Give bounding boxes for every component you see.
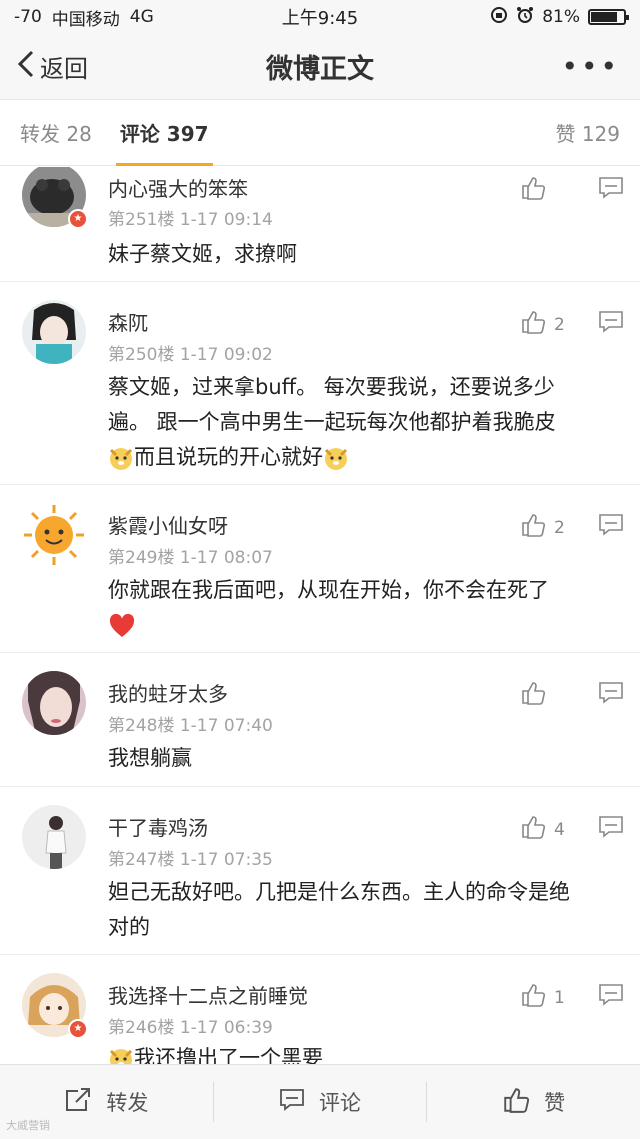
avatar[interactable] xyxy=(22,671,86,735)
reply-bubble-icon[interactable] xyxy=(598,310,624,339)
username[interactable]: 我选择十二点之前睡觉 xyxy=(108,980,308,1009)
thumb-up-icon[interactable] xyxy=(520,680,546,711)
tab-comments[interactable]: 评论 397 xyxy=(115,100,213,166)
share-icon xyxy=(64,1087,92,1118)
comment-meta: 第247楼 1-17 07:35 xyxy=(108,850,273,870)
comment-meta: 第246楼 1-17 06:39 xyxy=(108,1018,273,1038)
avatar[interactable] xyxy=(22,503,86,567)
comment-actions xyxy=(520,175,624,206)
comment-meta: 第251楼 1-17 09:14 xyxy=(108,210,273,230)
thumb-up-icon[interactable] xyxy=(520,512,546,543)
avatar[interactable] xyxy=(22,805,86,869)
comment-text-segment: 而且说玩的开心就好 xyxy=(134,445,323,469)
thumb-up-icon[interactable] xyxy=(520,814,546,845)
list-item: ★ 内心强大的笨笨 第251楼 1-17 09:14 妹子蔡文姬，求撩啊 xyxy=(0,167,640,282)
avatar[interactable] xyxy=(22,300,86,364)
comment-meta: 第249楼 1-17 08:07 xyxy=(108,548,273,568)
repost-button[interactable]: 转发 xyxy=(0,1082,213,1122)
comment-meta: 第250楼 1-17 09:02 xyxy=(108,345,273,365)
like-count: 2 xyxy=(554,517,565,538)
thumb-up-icon xyxy=(502,1086,530,1119)
comment-text-line: 你就跟在我后面吧，从现在开始，你不会在死了 xyxy=(108,578,549,602)
username[interactable]: 我的蛀牙太多 xyxy=(108,678,228,707)
comment-text: 妲己无敌好吧。几把是什么东西。主人的命令是绝 对的 xyxy=(108,875,622,945)
thumb-up-icon[interactable] xyxy=(520,309,546,340)
alarm-icon xyxy=(516,6,534,29)
like-count: 4 xyxy=(554,819,565,840)
reply-bubble-icon[interactable] xyxy=(598,176,624,205)
signal-strength: -70 xyxy=(14,7,42,27)
username[interactable]: 紫霞小仙女呀 xyxy=(108,510,228,539)
battery-icon xyxy=(588,9,629,25)
carrier-name: 中国移动 xyxy=(51,9,120,30)
comment-actions: 1 xyxy=(520,982,624,1013)
comment-text-segment: 我还撸出了一个黑要 xyxy=(134,1046,323,1064)
comment-text-line: 遍。 跟一个高中男生一起玩每次他都护着我脆皮 xyxy=(108,410,556,434)
watermark: 大威营销 xyxy=(6,1119,50,1132)
tab-repost[interactable]: 转发 28 xyxy=(20,100,92,166)
rotation-lock-icon xyxy=(490,6,508,29)
verified-badge: ★ xyxy=(68,1019,88,1039)
comment-text: 你就跟在我后面吧，从现在开始，你不会在死了 xyxy=(108,573,622,643)
back-label: 返回 xyxy=(40,55,88,83)
like-count: 1 xyxy=(554,987,565,1008)
reply-bubble-icon[interactable] xyxy=(598,983,624,1012)
comment-label: 评论 xyxy=(319,1091,361,1115)
comment-actions: 2 xyxy=(520,309,624,340)
comment-meta: 第248楼 1-17 07:40 xyxy=(108,716,273,736)
list-item: 干了毒鸡汤 第247楼 1-17 07:35 4 妲己无敌好吧。几把是什么东西。… xyxy=(0,787,640,955)
comment-list[interactable]: ★ 内心强大的笨笨 第251楼 1-17 09:14 妹子蔡文姬，求撩啊 森阢 … xyxy=(0,167,640,1064)
comment-text: 我想躺赢 xyxy=(108,746,192,770)
comment-text-line: 蔡文姬，过来拿buff。 每次要我说，还要说多少 xyxy=(108,375,555,399)
like-label: 赞 xyxy=(544,1091,566,1115)
network-type: 4G xyxy=(129,7,154,27)
tab-likes[interactable]: 赞 129 xyxy=(555,100,620,166)
reply-bubble-icon[interactable] xyxy=(598,681,624,710)
page-title: 微博正文 xyxy=(266,54,374,85)
username[interactable]: 森阢 xyxy=(108,307,148,336)
clock: 上午9:45 xyxy=(281,8,359,29)
like-count: 2 xyxy=(554,314,565,335)
thumb-up-icon[interactable] xyxy=(520,982,546,1013)
battery-percent: 81% xyxy=(542,7,580,27)
bottom-toolbar: 转发 评论 赞 xyxy=(0,1064,640,1139)
comment-actions xyxy=(520,680,624,711)
tab-bar: 转发 28 评论 397 赞 129 xyxy=(0,100,640,166)
list-item: 紫霞小仙女呀 第249楼 1-17 08:07 2 你就跟在我后面吧，从现在开始… xyxy=(0,485,640,653)
dog-emoji-icon xyxy=(323,445,349,471)
thumb-up-icon[interactable] xyxy=(520,175,546,206)
username[interactable]: 干了毒鸡汤 xyxy=(108,812,208,841)
like-button[interactable]: 赞 xyxy=(426,1082,640,1122)
list-item: 森阢 第250楼 1-17 09:02 2 蔡文姬，过来拿buff。 每次要我说… xyxy=(0,282,640,485)
comment-actions: 2 xyxy=(520,512,624,543)
comment-text: 妹子蔡文姬，求撩啊 xyxy=(108,242,297,266)
comment-text-line: 对的 xyxy=(108,915,150,939)
status-bar: -70 中国移动 4G 上午9:45 81% xyxy=(0,0,640,34)
reply-bubble-icon[interactable] xyxy=(598,513,624,542)
verified-badge: ★ xyxy=(68,209,88,229)
dog-emoji-icon xyxy=(108,1046,134,1064)
more-dots-icon[interactable]: ••• xyxy=(561,50,620,83)
comment-text: 蔡文姬，过来拿buff。 每次要我说，还要说多少 遍。 跟一个高中男生一起玩每次… xyxy=(108,370,622,475)
list-item: ★ 我选择十二点之前睡觉 第246楼 1-17 06:39 1 我还撸出了一个黑… xyxy=(0,955,640,1064)
back-button[interactable]: 返回 xyxy=(16,49,88,85)
repost-label: 转发 xyxy=(106,1091,149,1115)
comment-actions: 4 xyxy=(520,814,624,845)
back-chevron-icon xyxy=(16,49,36,85)
list-item: 我的蛀牙太多 第248楼 1-17 07:40 我想躺赢 xyxy=(0,653,640,787)
comment-text: 我还撸出了一个黑要 xyxy=(108,1041,622,1064)
comment-button[interactable]: 评论 xyxy=(212,1082,427,1122)
comment-text-line: 妲己无敌好吧。几把是什么东西。主人的命令是绝 xyxy=(108,880,570,904)
comment-icon xyxy=(279,1088,305,1117)
dog-emoji-icon xyxy=(108,445,134,471)
comment-text-line: 而且说玩的开心就好 xyxy=(108,440,622,475)
nav-bar: 返回 微博正文 ••• xyxy=(0,34,640,100)
reply-bubble-icon[interactable] xyxy=(598,815,624,844)
username[interactable]: 内心强大的笨笨 xyxy=(108,173,248,202)
heart-emoji-icon xyxy=(108,613,135,639)
